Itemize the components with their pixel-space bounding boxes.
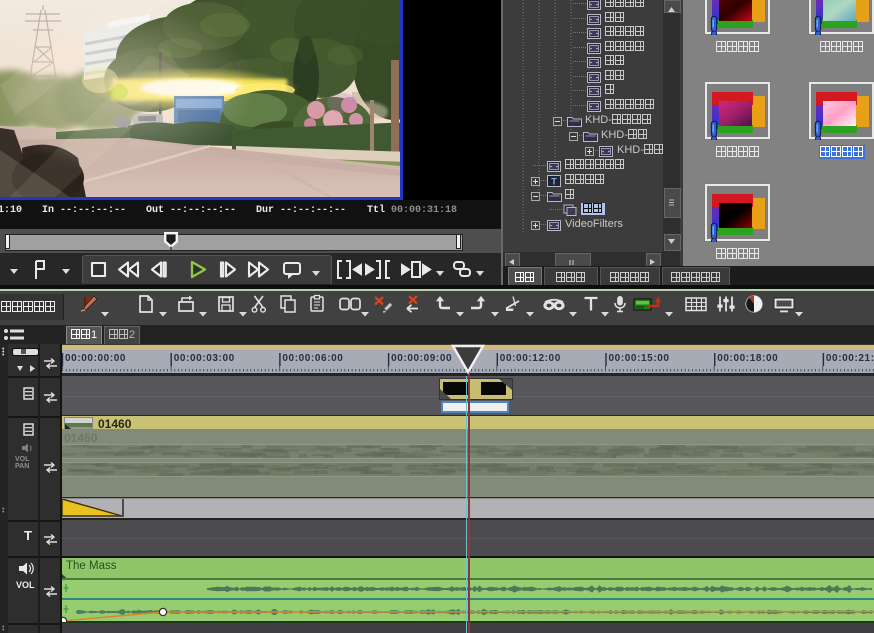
svg-text:T: T bbox=[551, 177, 557, 187]
